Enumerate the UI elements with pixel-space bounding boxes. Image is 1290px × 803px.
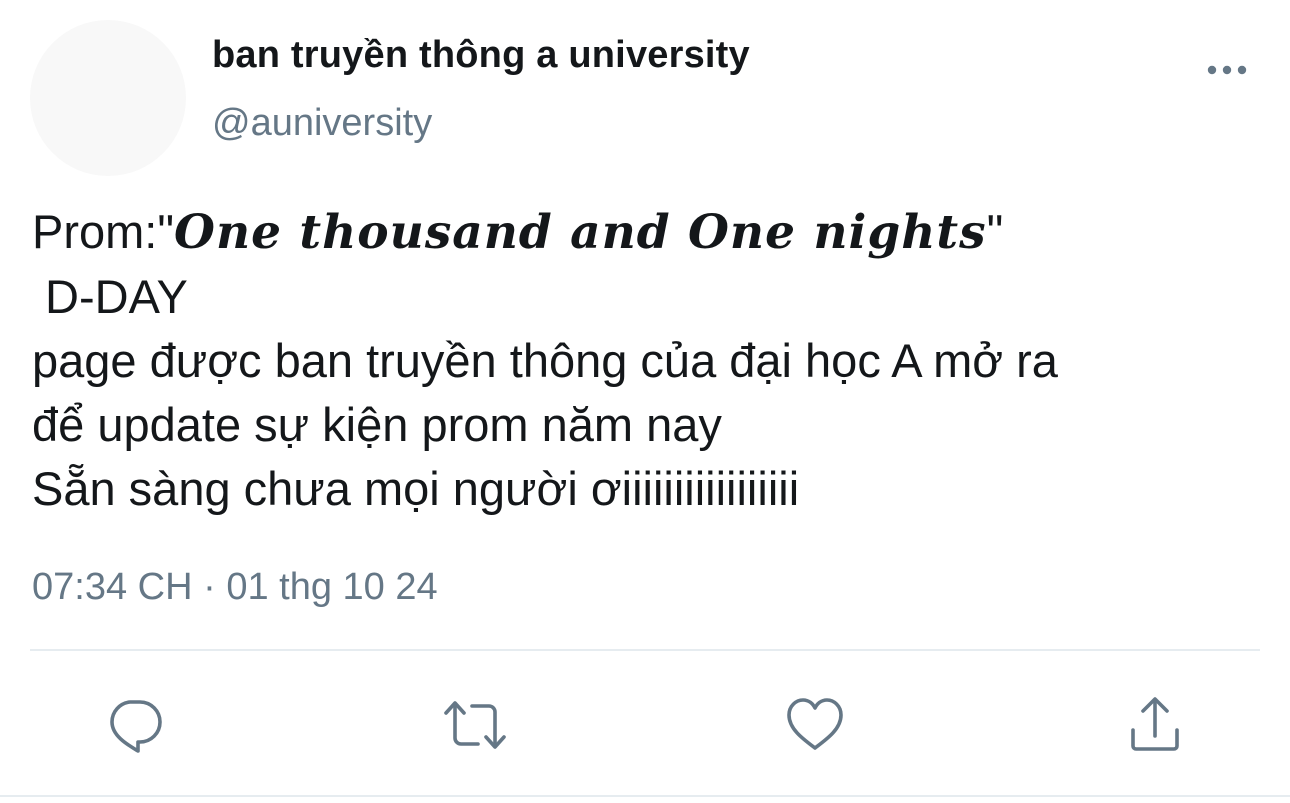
tweet-time: 07:34 CH — [32, 566, 193, 608]
retweet-button[interactable] — [440, 690, 510, 760]
share-icon — [1131, 697, 1179, 751]
more-options-button[interactable] — [1200, 52, 1254, 88]
tweet-fancy-title: One thousand and One nights — [174, 205, 987, 260]
like-button[interactable] — [780, 690, 850, 760]
tweet-text: Prom:"One thousand and One nights" D-DAY… — [32, 200, 1282, 521]
tweet-suffix: " — [986, 205, 1004, 258]
more-icon — [1207, 65, 1247, 75]
tweet-actions-bar — [0, 690, 1290, 760]
meta-separator: · — [192, 566, 227, 608]
heart-icon — [787, 698, 843, 750]
display-name[interactable]: ban truyền thông a university — [212, 34, 750, 77]
user-handle[interactable]: @auniversity — [212, 102, 432, 145]
retweet-icon — [444, 701, 506, 749]
tweet-prefix: Prom:" — [32, 205, 175, 258]
tweet-line-dday: D-DAY — [32, 270, 188, 323]
avatar[interactable] — [30, 20, 186, 176]
tweet-line-title: Prom:"One thousand and One nights" — [32, 200, 1282, 265]
bottom-divider — [0, 795, 1290, 797]
share-button[interactable] — [1120, 690, 1190, 760]
tweet-date: 01 thg 10 24 — [226, 566, 438, 608]
tweet-line-4: để update sự kiện prom năm nay — [32, 398, 722, 451]
reply-button[interactable] — [100, 690, 170, 760]
tweet-line-3: page được ban truyền thông của đại học A… — [32, 334, 1058, 387]
reply-icon — [110, 700, 162, 753]
divider — [30, 649, 1260, 651]
tweet-timestamp[interactable]: 07:34 CH · 01 thg 10 24 — [32, 566, 438, 609]
tweet-line-5: Sẵn sàng chưa mọi người ơiiiiiiiiiiiiiii… — [32, 462, 800, 515]
